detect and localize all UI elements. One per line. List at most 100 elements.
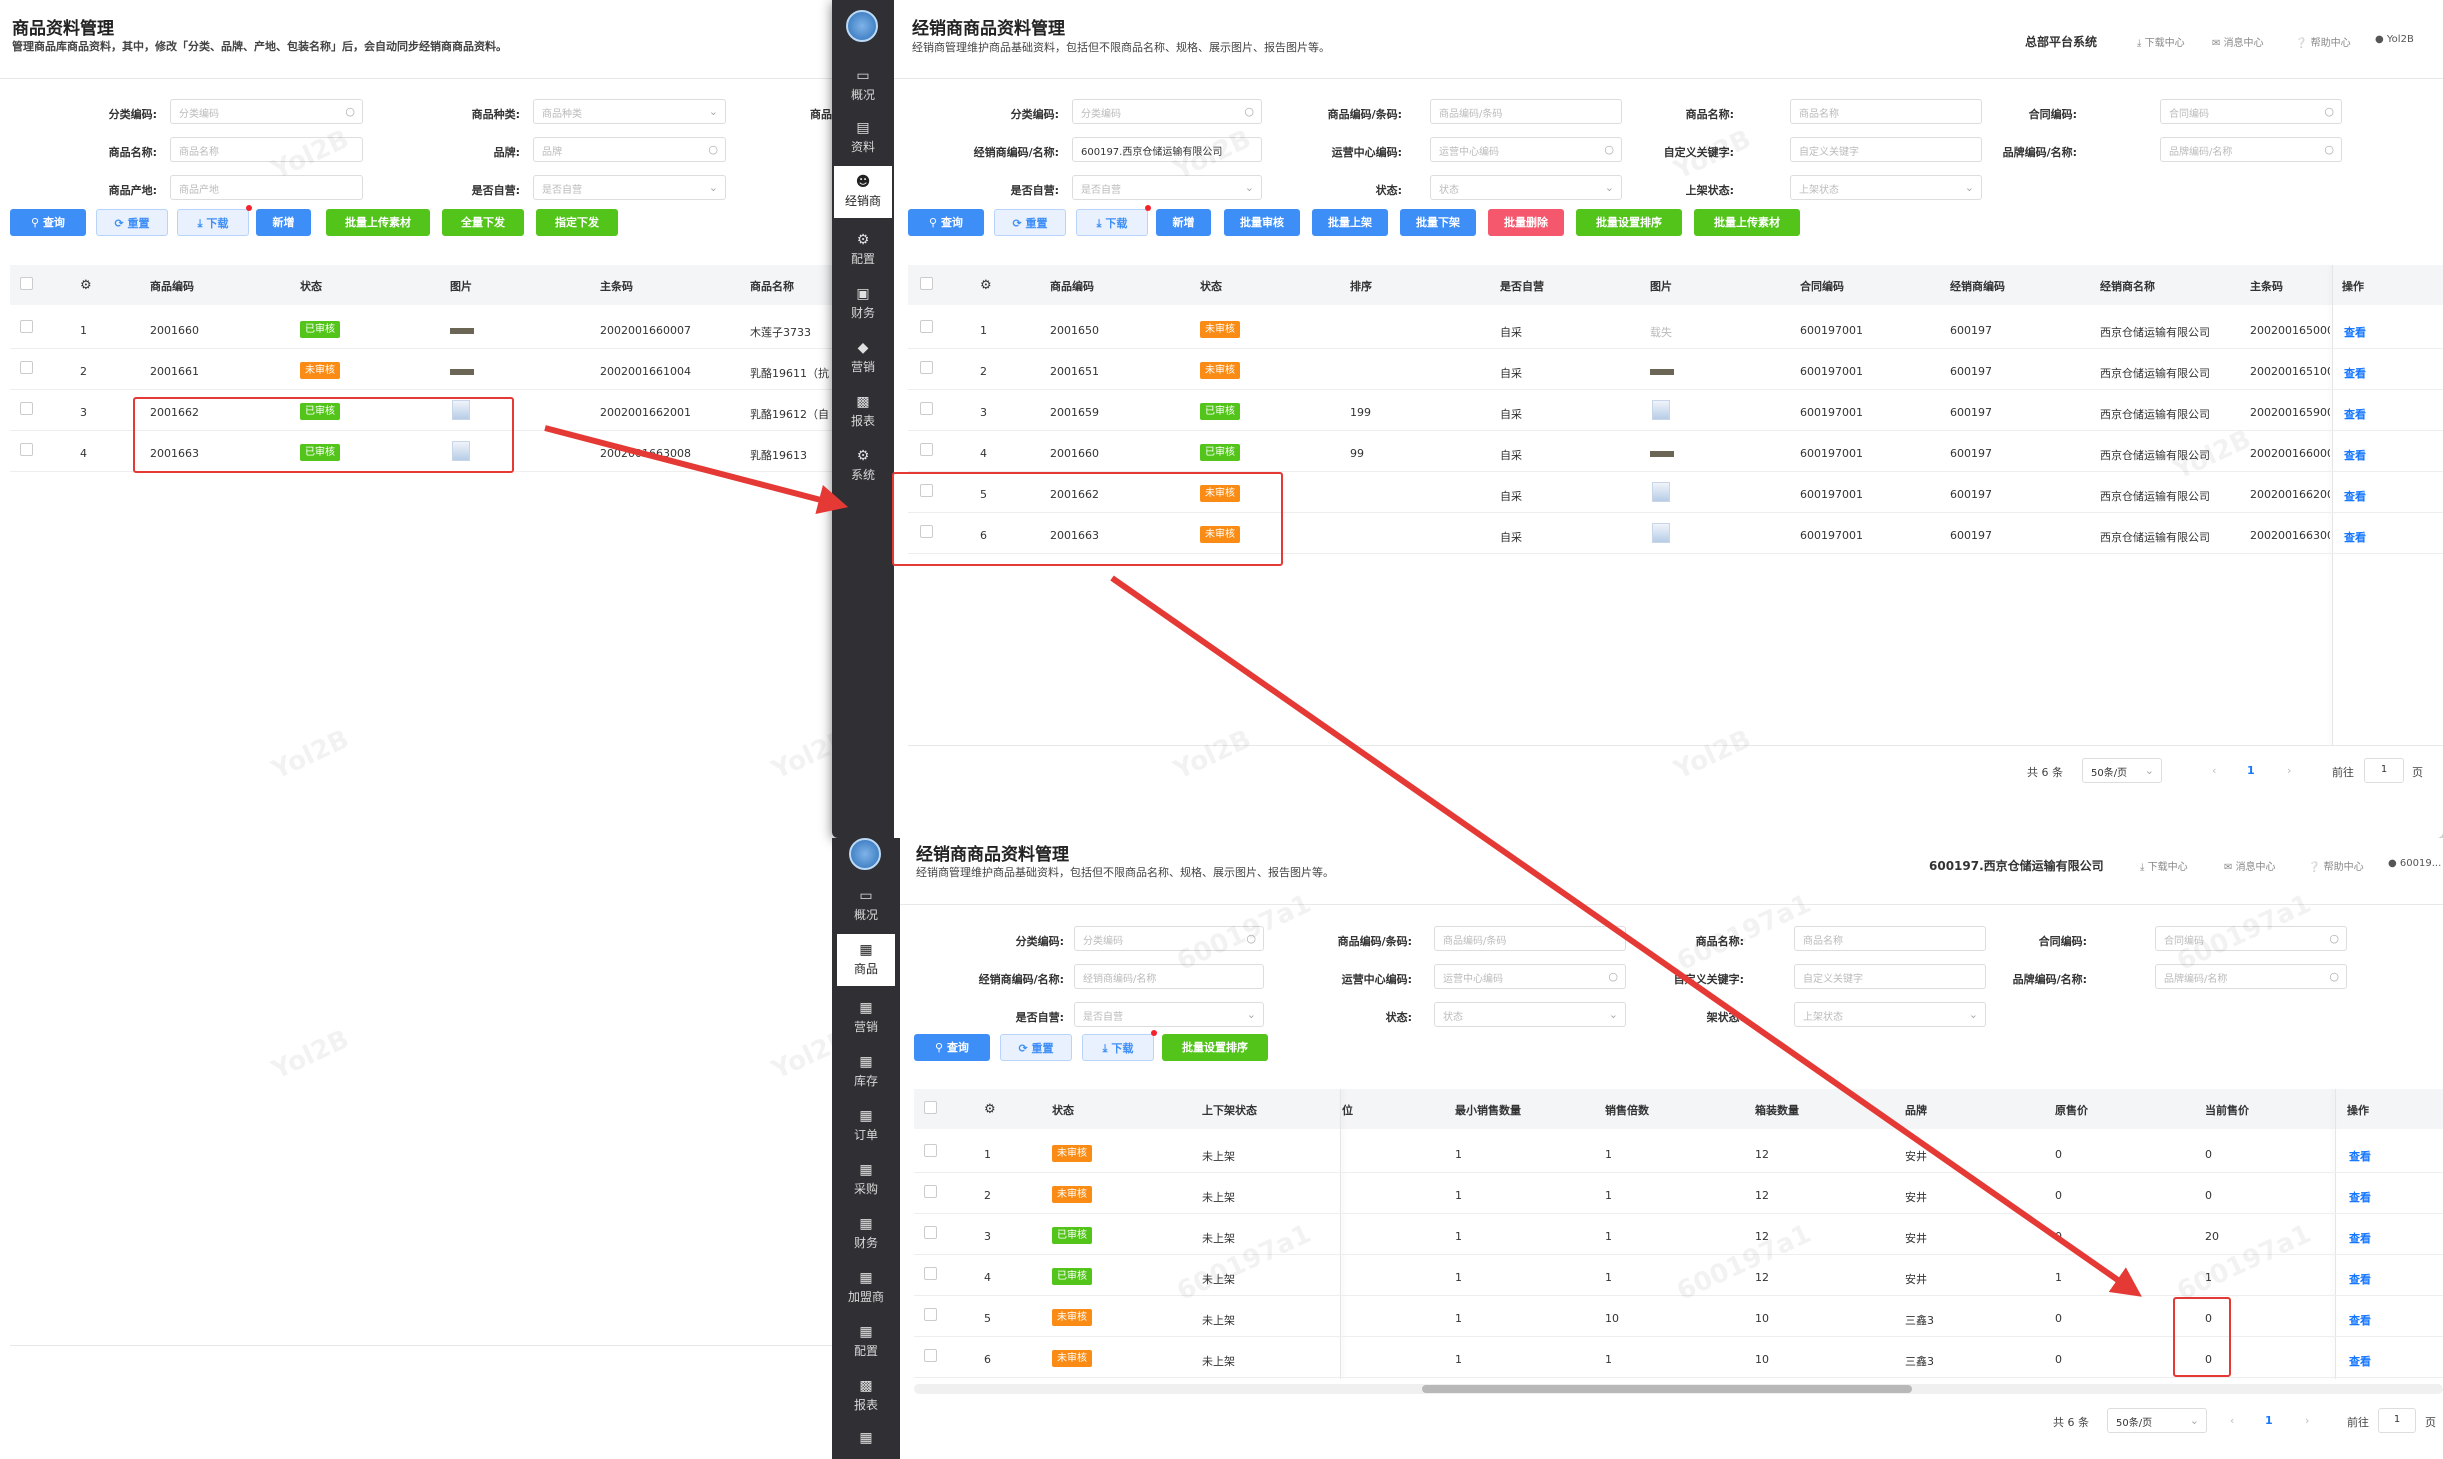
reset-button[interactable]: ⟳ 重置: [1000, 1034, 1072, 1061]
column-header[interactable]: 图片: [450, 278, 472, 294]
nav-item-more[interactable]: ▦: [837, 1426, 895, 1456]
row-checkbox[interactable]: [920, 320, 933, 333]
batch-delete-button[interactable]: 批量删除: [1488, 209, 1564, 236]
row-checkbox[interactable]: [920, 361, 933, 374]
custom-keyword-input[interactable]: 自定义关键字: [1790, 137, 1982, 162]
download-button[interactable]: ⤓ 下载: [1082, 1034, 1154, 1061]
view-link[interactable]: 查看: [2349, 1312, 2371, 1328]
prev-page-button[interactable]: ‹: [2212, 764, 2216, 777]
batch-upload-button[interactable]: 批量上传素材: [1694, 209, 1800, 236]
view-link[interactable]: 查看: [2344, 324, 2366, 340]
column-header[interactable]: 最小销售数量: [1455, 1102, 1521, 1118]
view-link[interactable]: 查看: [2344, 406, 2366, 422]
current-page[interactable]: 1: [2265, 1414, 2273, 1427]
product-code-input[interactable]: 商品编码/条码: [1430, 99, 1622, 124]
nav-item-orders[interactable]: ▦ 订单: [837, 1102, 895, 1146]
query-button[interactable]: ⚲ 查询: [10, 209, 86, 236]
product-code-input[interactable]: 商品编码/条码: [1434, 926, 1626, 951]
next-page-button[interactable]: ›: [2305, 1414, 2309, 1427]
download-center-link[interactable]: ⤓ 下载中心: [2140, 858, 2188, 873]
column-header[interactable]: 商品编码: [1050, 278, 1094, 294]
product-type-select[interactable]: 商品种类 ⌄: [533, 99, 726, 124]
category-code-input[interactable]: 分类编码 ○: [1072, 99, 1262, 124]
nav-item-overview[interactable]: ▭ 概况: [837, 882, 895, 926]
nav-item-purchase[interactable]: ▦ 采购: [837, 1156, 895, 1200]
nav-item-marketing[interactable]: ◆ 营销: [834, 334, 892, 378]
row-checkbox[interactable]: [924, 1349, 937, 1362]
reset-button[interactable]: ⟳ 重置: [994, 209, 1066, 236]
column-header[interactable]: 主条码: [600, 278, 633, 294]
product-image[interactable]: [1652, 523, 1670, 543]
self-operated-select[interactable]: 是否自营 ⌄: [533, 175, 726, 200]
select-all-checkbox[interactable]: [924, 1101, 937, 1114]
origin-input[interactable]: 商品产地: [170, 175, 363, 200]
nav-item-config[interactable]: ▦ 配置: [837, 1318, 895, 1362]
view-link[interactable]: 查看: [2349, 1189, 2371, 1205]
nav-item-finance[interactable]: ▣ 财务: [834, 280, 892, 324]
view-link[interactable]: 查看: [2344, 447, 2366, 463]
column-header[interactable]: 状态: [1052, 1102, 1074, 1118]
query-button[interactable]: ⚲ 查询: [908, 209, 984, 236]
nav-item-product[interactable]: ▦ 商品: [837, 934, 895, 986]
select-all-checkbox[interactable]: [920, 277, 933, 290]
view-link[interactable]: 查看: [2344, 365, 2366, 381]
column-header[interactable]: 主条码: [2250, 278, 2283, 294]
product-image[interactable]: [1652, 400, 1670, 420]
view-link[interactable]: 查看: [2344, 529, 2366, 545]
nav-item-franchise[interactable]: ▦ 加盟商: [837, 1264, 895, 1308]
operation-center-input[interactable]: 运营中心编码 ○: [1430, 137, 1622, 162]
batch-review-button[interactable]: 批量审核: [1224, 209, 1300, 236]
brand-input[interactable]: 品牌编码/名称 ○: [2160, 137, 2342, 162]
column-header[interactable]: 位: [1342, 1102, 1353, 1118]
nav-item-data[interactable]: ▤ 资料: [834, 114, 892, 158]
nav-item-dealer[interactable]: ☻ 经销商: [834, 166, 892, 218]
product-image[interactable]: [1652, 482, 1670, 502]
product-image[interactable]: [1650, 451, 1674, 457]
full-dispatch-button[interactable]: 全量下发: [442, 209, 524, 236]
contract-code-input[interactable]: 合同编码 ○: [2160, 99, 2342, 124]
next-page-button[interactable]: ›: [2287, 764, 2291, 777]
horizontal-scrollbar[interactable]: [914, 1384, 2443, 1394]
column-header[interactable]: 上下架状态: [1202, 1102, 1257, 1118]
query-button[interactable]: ⚲ 查询: [914, 1034, 990, 1061]
product-image[interactable]: [450, 328, 474, 334]
batch-sort-button[interactable]: 批量设置排序: [1576, 209, 1682, 236]
column-header[interactable]: 商品名称: [750, 278, 794, 294]
view-link[interactable]: 查看: [2349, 1148, 2371, 1164]
product-image[interactable]: [1650, 369, 1674, 375]
view-link[interactable]: 查看: [2349, 1230, 2371, 1246]
current-page[interactable]: 1: [2247, 764, 2255, 777]
view-link[interactable]: 查看: [2349, 1271, 2371, 1287]
page-size-select[interactable]: 50条/页 ⌄: [2107, 1408, 2207, 1433]
nav-item-inventory[interactable]: ▦ 库存: [837, 1048, 895, 1092]
nav-item-overview[interactable]: ▭ 概况: [834, 62, 892, 106]
product-image[interactable]: [450, 369, 474, 375]
status-select[interactable]: 状态 ⌄: [1434, 1002, 1626, 1027]
column-header[interactable]: 经销商名称: [2100, 278, 2155, 294]
row-checkbox[interactable]: [924, 1267, 937, 1280]
message-center-link[interactable]: ✉ 消息中心: [2212, 34, 2264, 49]
column-header[interactable]: 状态: [300, 278, 322, 294]
row-checkbox[interactable]: [924, 1185, 937, 1198]
download-center-link[interactable]: ⤓ 下载中心: [2137, 34, 2185, 49]
batch-sort-button[interactable]: 批量设置排序: [1162, 1034, 1268, 1061]
column-header[interactable]: 是否自营: [1500, 278, 1544, 294]
goto-page-input[interactable]: 1: [2378, 1408, 2416, 1433]
self-operated-select[interactable]: 是否自营 ⌄: [1072, 175, 1262, 200]
shelf-status-select[interactable]: 上架状态 ⌄: [1794, 1002, 1986, 1027]
nav-item-finance[interactable]: ▦ 财务: [837, 1210, 895, 1254]
column-header[interactable]: 销售倍数: [1605, 1102, 1649, 1118]
row-checkbox[interactable]: [924, 1144, 937, 1157]
nav-item-marketing[interactable]: ▦ 营销: [837, 994, 895, 1038]
column-header[interactable]: 原售价: [2055, 1102, 2088, 1118]
product-name-input[interactable]: 商品名称: [1794, 926, 1986, 951]
column-header[interactable]: 图片: [1650, 278, 1672, 294]
row-checkbox[interactable]: [920, 402, 933, 415]
custom-keyword-input[interactable]: 自定义关键字: [1794, 964, 1986, 989]
batch-shelve-button[interactable]: 批量上架: [1312, 209, 1388, 236]
row-checkbox[interactable]: [920, 443, 933, 456]
view-link[interactable]: 查看: [2344, 488, 2366, 504]
column-header[interactable]: 合同编码: [1800, 278, 1844, 294]
user-menu[interactable]: ● 60019...: [2388, 858, 2441, 869]
add-button[interactable]: 新增: [1156, 209, 1211, 236]
